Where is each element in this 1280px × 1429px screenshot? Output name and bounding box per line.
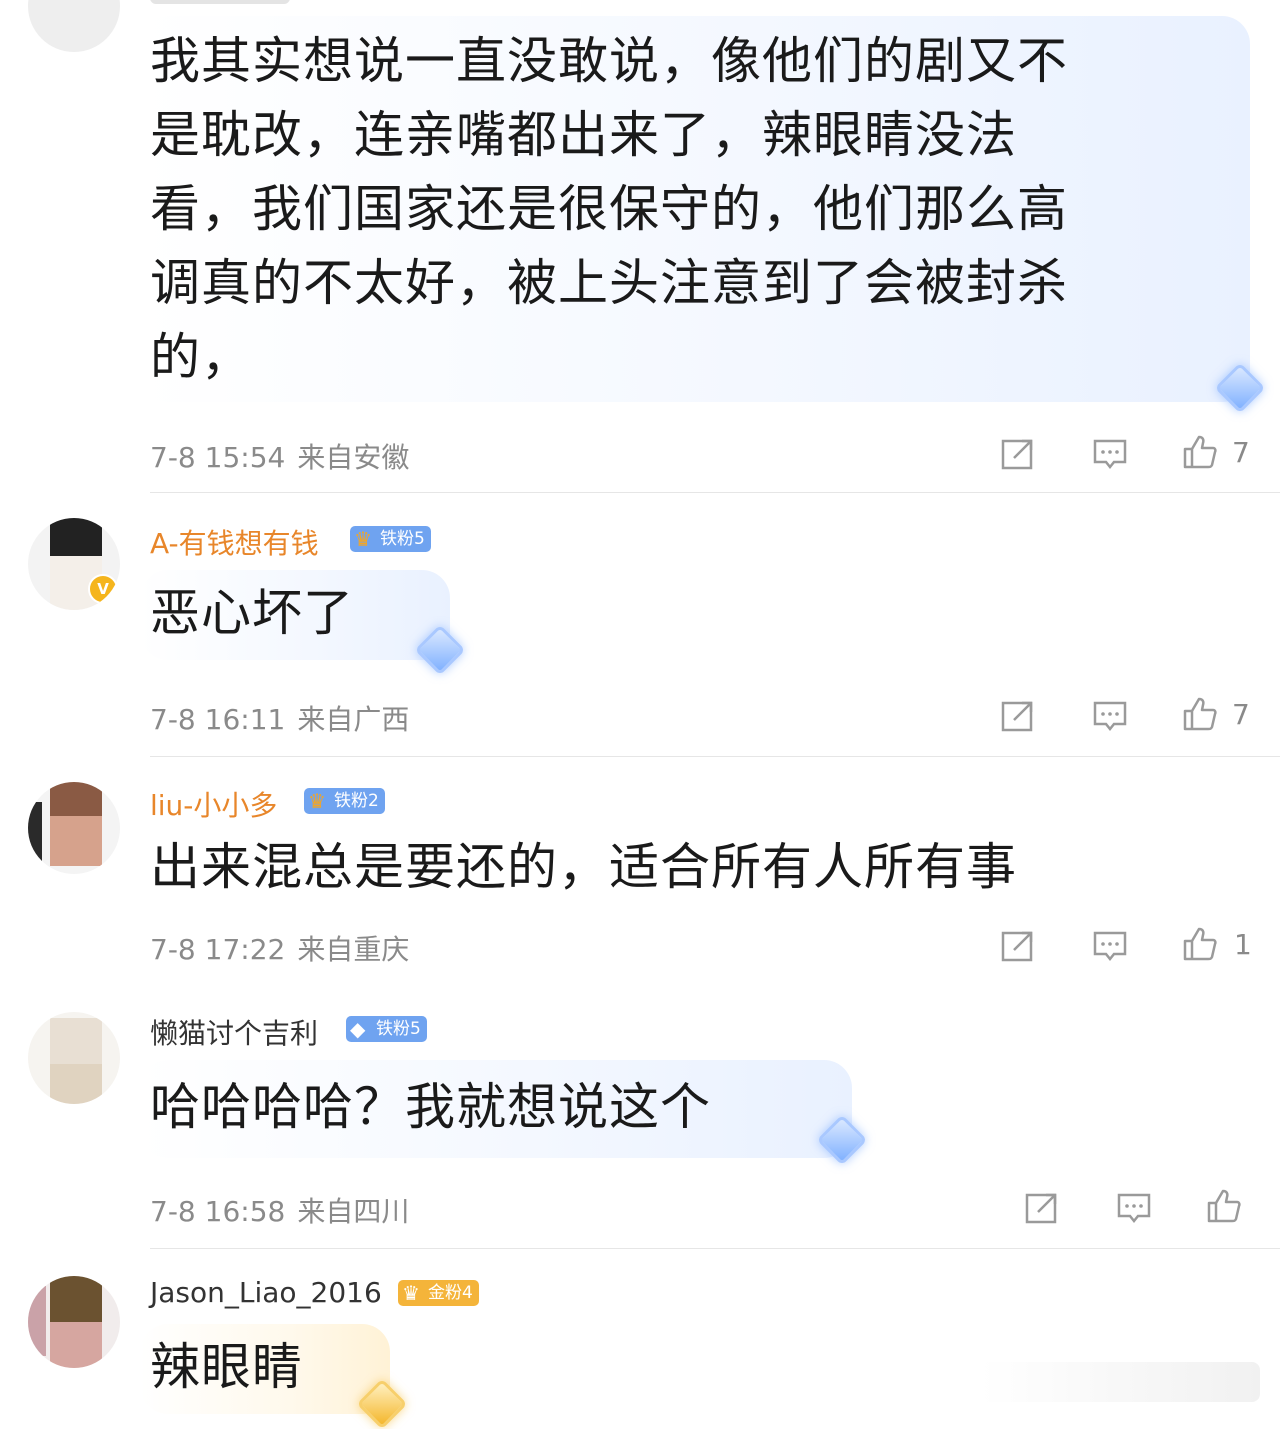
avatar[interactable]: V [28, 518, 120, 610]
comment-text: 我其实想说一直没敢说，像他们的剧又不 是耽改，连亲嘴都出来了，辣眼睛没法 看，我… [150, 24, 1068, 394]
comment-meta: 7-8 15:54 来自安徽 [150, 436, 409, 476]
fan-badge: ♛ 铁粉5 [350, 526, 431, 552]
fan-badge: ♛ 铁粉2 [304, 788, 385, 814]
username[interactable]: Jason_Liao_2016 [150, 1276, 382, 1309]
comment-text: 哈哈哈哈？我就想说这个 [150, 1078, 711, 1136]
divider [150, 756, 1280, 757]
comment-line: 的， [150, 328, 252, 386]
like-icon[interactable] [1182, 696, 1218, 732]
fan-badge-label: 金粉4 [428, 1283, 473, 1303]
reply-icon[interactable] [1092, 698, 1128, 734]
like-icon[interactable] [1182, 926, 1218, 962]
share-icon[interactable] [1000, 436, 1036, 472]
fan-badge: ◆ 铁粉5 [346, 1016, 427, 1042]
username[interactable]: liu-小小多 [150, 784, 277, 824]
comment-location: 来自安徽 [297, 441, 410, 474]
comment-meta: 7-8 16:11 来自广西 [150, 698, 409, 738]
like-icon[interactable] [1182, 434, 1218, 470]
avatar[interactable] [28, 1012, 120, 1104]
gold-crown-icon: ♛ [402, 1281, 420, 1305]
crown-icon: ♛ [308, 789, 326, 813]
username-cut [150, 0, 290, 4]
comment-text: 恶心坏了 [150, 584, 354, 642]
comment-location: 来自重庆 [297, 933, 410, 966]
comment-line: 看，我们国家还是很保守的，他们那么高 [150, 180, 1068, 238]
diamond-icon: ◆ [350, 1017, 366, 1041]
comment-line: 我其实想说一直没敢说，像他们的剧又不 [150, 32, 1068, 90]
fan-badge-label: 铁粉2 [334, 791, 379, 811]
comment-time: 7-8 15:54 [150, 441, 286, 474]
share-icon[interactable] [1000, 928, 1036, 964]
fan-badge-label: 铁粉5 [376, 1019, 421, 1039]
comment-meta: 7-8 16:58 来自四川 [150, 1190, 409, 1230]
avatar[interactable] [28, 1276, 120, 1368]
reply-icon[interactable] [1092, 436, 1128, 472]
like-count: 1 [1234, 928, 1252, 961]
comment-text: 出来混总是要还的，适合所有人所有事 [150, 838, 1017, 896]
divider [150, 492, 1280, 493]
fan-badge-label: 铁粉5 [380, 529, 425, 549]
comment-text: 辣眼睛 [150, 1338, 303, 1396]
verified-v-icon: V [88, 574, 118, 604]
fan-badge: ♛ 金粉4 [398, 1280, 479, 1306]
comment-location: 来自广西 [297, 703, 410, 736]
comment-meta: 7-8 17:22 来自重庆 [150, 928, 409, 968]
username[interactable]: 懒猫讨个吉利 [150, 1012, 318, 1052]
username[interactable]: A-有钱想有钱 [150, 522, 319, 562]
reply-icon[interactable] [1092, 928, 1128, 964]
comment-time: 7-8 17:22 [150, 933, 286, 966]
comment-time: 7-8 16:11 [150, 703, 286, 736]
crown-icon: ♛ [354, 527, 372, 551]
like-count: 7 [1232, 698, 1250, 731]
comment-location: 来自四川 [297, 1195, 410, 1228]
comment-line: 调真的不太好，被上头注意到了会被封杀 [150, 254, 1068, 312]
bottom-watermark [980, 1362, 1260, 1402]
like-count: 7 [1232, 436, 1250, 469]
share-icon[interactable] [1000, 698, 1036, 734]
avatar[interactable] [28, 0, 120, 52]
divider [150, 1248, 1280, 1249]
like-icon[interactable] [1206, 1188, 1242, 1224]
comment-time: 7-8 16:58 [150, 1195, 286, 1228]
avatar[interactable] [28, 782, 120, 874]
reply-icon[interactable] [1116, 1190, 1152, 1226]
comment-line: 是耽改，连亲嘴都出来了，辣眼睛没法 [150, 106, 1017, 164]
share-icon[interactable] [1024, 1190, 1060, 1226]
